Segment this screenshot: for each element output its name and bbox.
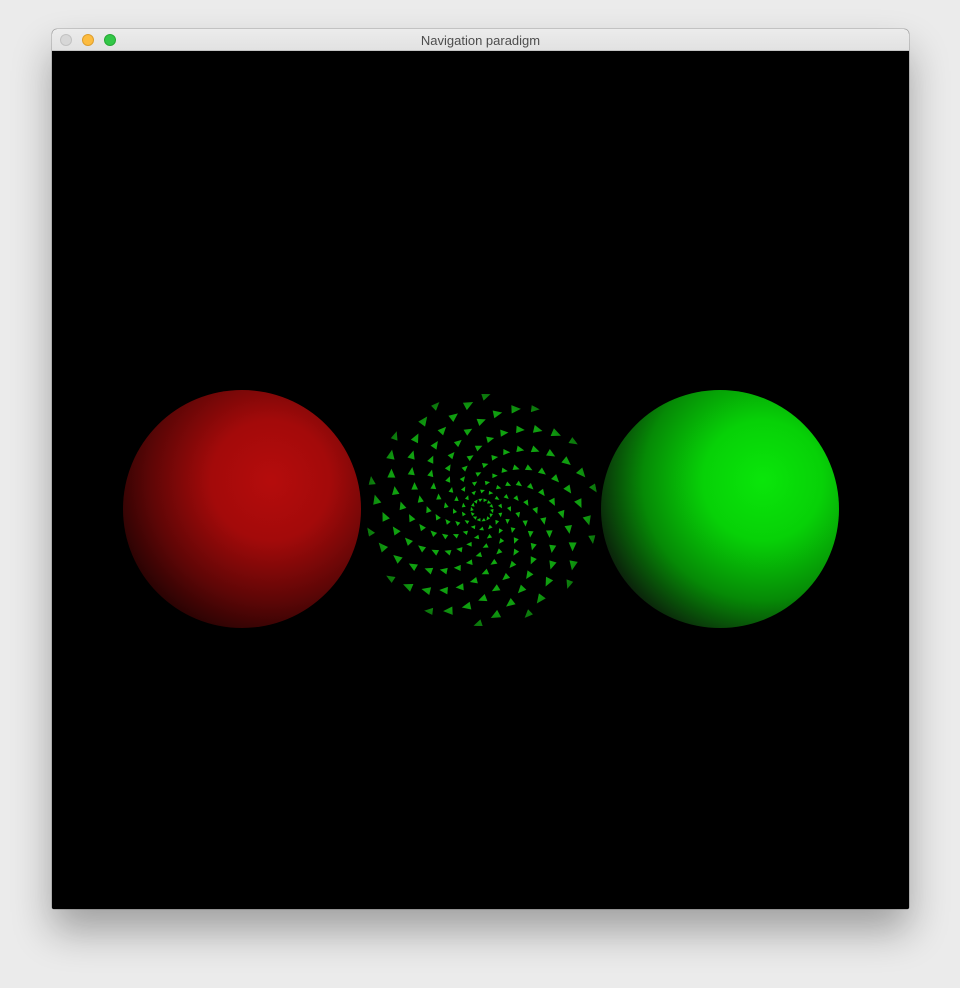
window-title: Navigation paradigm (420, 33, 541, 48)
spiral-triangle (396, 409, 406, 422)
spiral-triangle (507, 623, 519, 626)
spiral-triangle (367, 562, 379, 573)
spiral-triangle (585, 447, 597, 458)
spiral-triangle (558, 598, 568, 611)
red-sphere[interactable] (123, 390, 361, 628)
spiral-triangle (451, 625, 463, 626)
desktop: Navigation paradigm (0, 0, 960, 988)
spiral-triangle (401, 605, 413, 615)
app-window: Navigation paradigm (52, 29, 909, 909)
green-sphere[interactable] (601, 390, 839, 628)
spiral-triangle (366, 453, 374, 464)
textured-sphere[interactable] (356, 385, 609, 635)
spiral-triangle (551, 405, 563, 415)
spiral-triangle (501, 394, 513, 395)
spiral-triangle (590, 556, 598, 567)
spiral-triangle (445, 394, 457, 397)
scene-canvas[interactable] (52, 51, 909, 909)
render-viewport[interactable] (52, 51, 909, 909)
title-bar[interactable]: Navigation paradigm (52, 29, 909, 51)
